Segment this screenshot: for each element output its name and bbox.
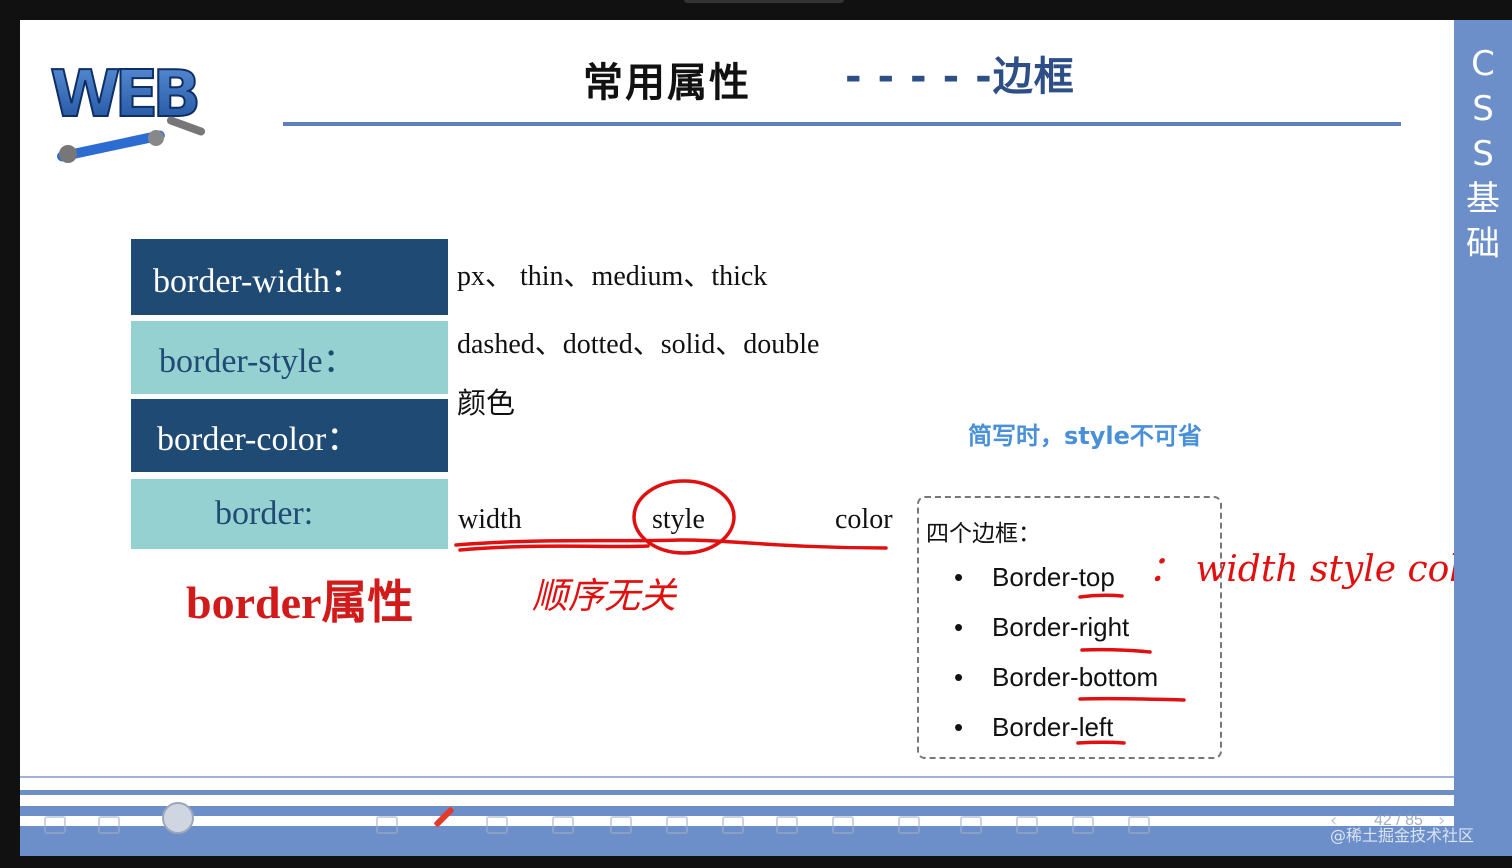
property-cell-border-color: border-color： xyxy=(131,399,448,472)
shorthand-note: 简写时，style不可省 xyxy=(968,422,1202,450)
list-item: • Border-top xyxy=(954,562,1115,592)
slide-title: 常用属性 xyxy=(583,60,751,106)
list-item: • Border-left xyxy=(954,712,1114,742)
property-cell-border-style: border-style： xyxy=(131,321,448,394)
shorthand-style: style xyxy=(652,504,705,535)
title-underline xyxy=(283,122,1401,126)
property-label: border-color： xyxy=(157,421,361,458)
present-icon[interactable] xyxy=(1072,816,1094,834)
side-item-label: Border-top xyxy=(992,562,1115,592)
border-attribute-label: border属性 xyxy=(186,577,414,628)
list-item: • Border-right xyxy=(954,612,1130,642)
property-cell-border: border: xyxy=(131,479,448,549)
side-item-label: Border-right xyxy=(992,612,1130,642)
top-bar-notch xyxy=(684,0,844,3)
menu-icon[interactable] xyxy=(44,816,66,834)
shapes-icon[interactable] xyxy=(552,816,574,834)
notes-icon[interactable] xyxy=(1016,816,1038,834)
property-label: border: xyxy=(215,495,314,532)
eraser-icon[interactable] xyxy=(486,816,508,834)
lock-icon[interactable] xyxy=(1128,816,1150,834)
more-icon[interactable] xyxy=(898,816,920,834)
palette-icon[interactable] xyxy=(960,816,982,834)
border-width-values: px、 thin、medium、thick xyxy=(457,261,768,292)
watermark: @稀土掘金技术社区 xyxy=(1330,826,1475,845)
screen-icon[interactable] xyxy=(666,816,688,834)
undo-icon[interactable] xyxy=(832,816,854,834)
slide-canvas: WEB 常用属性 - - - - -边框 border-width： borde… xyxy=(20,20,1454,856)
four-sides-title: 四个边框： xyxy=(926,521,1041,547)
list-item: • Border-bottom xyxy=(954,662,1159,692)
side-item-label: Border-bottom xyxy=(992,662,1159,692)
pointer-icon[interactable] xyxy=(376,816,398,834)
record-icon[interactable] xyxy=(776,816,798,834)
ink-order-note: 顺序无关 xyxy=(532,576,678,617)
shorthand-width: width xyxy=(458,504,522,535)
slide-subtitle: - - - - -边框 xyxy=(845,54,1075,100)
avatar[interactable] xyxy=(162,802,194,834)
border-style-values: dashed、dotted、solid、double xyxy=(457,329,820,360)
gear-icon xyxy=(59,145,77,163)
border-color-values: 颜色 xyxy=(457,386,516,420)
zoom-icon[interactable] xyxy=(610,816,632,834)
property-cell-border-width: border-width： xyxy=(131,239,448,315)
screenshot-icon[interactable] xyxy=(98,816,120,834)
web-logo: WEB xyxy=(49,57,206,163)
ink-underline-shorthand xyxy=(454,538,888,550)
scissors-icon[interactable] xyxy=(722,816,744,834)
side-item-label: Border-left xyxy=(992,712,1114,742)
shorthand-color: color xyxy=(835,504,893,535)
sidebar-title: C S S 基 础 xyxy=(1466,44,1500,264)
right-sidebar: C S S 基 础 xyxy=(1454,20,1512,856)
property-label: border-style： xyxy=(159,343,357,380)
property-label: border-width： xyxy=(153,262,364,300)
